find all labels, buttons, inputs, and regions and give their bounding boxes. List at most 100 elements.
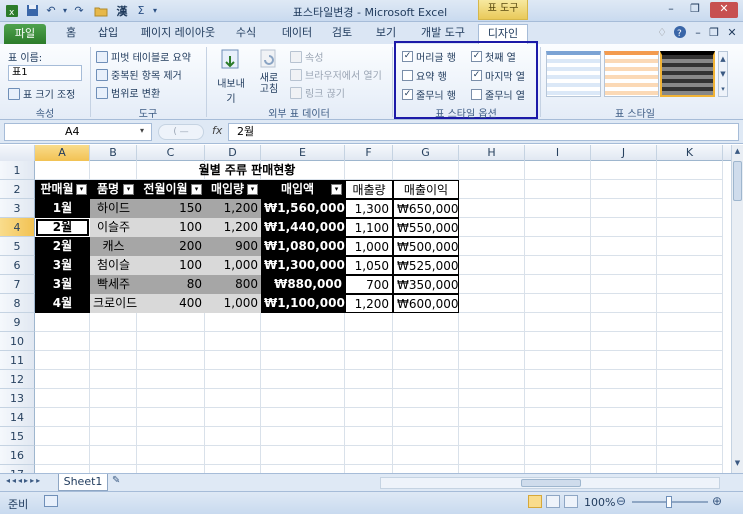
export-button[interactable]: 내보내기 [214, 48, 248, 105]
row-header-17[interactable]: 17 [0, 465, 35, 473]
header-row-check[interactable]: ✓ [402, 51, 413, 62]
open-in-browser-button[interactable]: 브라우저에서 열기 [290, 67, 382, 82]
table-cell[interactable]: ₩1,100,000 [261, 294, 345, 313]
table-style-swatch-orange[interactable] [604, 51, 659, 97]
column-header-h[interactable]: H [459, 145, 525, 161]
table-cell[interactable]: 700 [345, 275, 393, 294]
row-header-9[interactable]: 9 [0, 313, 35, 332]
table-name-input[interactable]: 표1 [8, 65, 82, 81]
table-cell[interactable]: 400 [137, 294, 205, 313]
worksheet-grid[interactable]: ABCDEFGHIJK 1234567891011121314151617월별 … [0, 145, 731, 473]
filter-dropdown-icon[interactable]: ▾ [331, 184, 342, 195]
table-cell[interactable]: 1,000 [205, 256, 261, 275]
convert-to-range-button[interactable]: 범위로 변환 [96, 85, 160, 100]
first-column-check[interactable]: ✓ [471, 51, 482, 62]
vertical-scroll-thumb[interactable] [733, 161, 742, 201]
zoom-slider-thumb[interactable] [666, 496, 672, 508]
ribbon-close-icon[interactable]: ✕ [724, 25, 740, 43]
table-cell[interactable]: ₩525,000 [393, 256, 459, 275]
undo-dropdown-icon[interactable]: ▾ [60, 3, 70, 18]
filter-dropdown-icon[interactable]: ▾ [191, 184, 202, 195]
autosum-icon[interactable]: Σ [134, 3, 148, 18]
row-header-10[interactable]: 10 [0, 332, 35, 351]
minimize-icon[interactable]: – [660, 2, 682, 18]
table-cell[interactable]: 1,100 [345, 218, 393, 237]
tab-home[interactable]: 홈 [56, 25, 86, 43]
undo-icon[interactable]: ↶ [44, 3, 58, 18]
row-header-5[interactable]: 5 [0, 237, 35, 256]
ribbon-collapse-icon[interactable]: ♢ [654, 25, 670, 43]
column-header-f[interactable]: F [345, 145, 393, 161]
horizontal-scrollbar[interactable] [380, 477, 720, 489]
table-cell[interactable]: 1,050 [345, 256, 393, 275]
total-row-check[interactable] [402, 70, 413, 81]
help-icon[interactable]: ? [672, 25, 688, 43]
tab-formulas[interactable]: 수식 [230, 25, 262, 43]
open-folder-icon[interactable] [93, 3, 109, 18]
filter-dropdown-icon[interactable]: ▾ [247, 184, 258, 195]
formula-bar-expand-icon[interactable]: ( — [158, 124, 204, 140]
zoom-out-icon[interactable]: ⊖ [616, 494, 626, 508]
formula-input[interactable]: 2월 [228, 123, 739, 141]
active-cell[interactable]: 2월 [35, 218, 90, 237]
banded-columns-checkbox[interactable]: 줄무늬 열 [471, 87, 525, 102]
table-cell[interactable]: 캐스 [90, 237, 137, 256]
save-icon[interactable] [24, 3, 40, 18]
zoom-in-icon[interactable]: ⊕ [712, 494, 722, 508]
row-header-6[interactable]: 6 [0, 256, 35, 275]
table-cell[interactable]: ₩550,000 [393, 218, 459, 237]
row-header-16[interactable]: 16 [0, 446, 35, 465]
properties-button[interactable]: 속성 [290, 49, 323, 64]
table-cell[interactable]: 3월 [35, 275, 90, 294]
table-cell[interactable]: 3월 [35, 256, 90, 275]
table-cell[interactable]: 1월 [35, 199, 90, 218]
sheet-nav-icons[interactable]: ◂◂◂▸▸▸ [6, 476, 42, 485]
row-header-13[interactable]: 13 [0, 389, 35, 408]
row-header-15[interactable]: 15 [0, 427, 35, 446]
table-cell[interactable]: 빡세주 [90, 275, 137, 294]
table-cell[interactable]: 1,000 [345, 237, 393, 256]
row-header-1[interactable]: 1 [0, 161, 35, 180]
table-cell[interactable]: 200 [137, 237, 205, 256]
table-cell[interactable]: 하이드 [90, 199, 137, 218]
filter-dropdown-icon[interactable]: ▾ [123, 184, 134, 195]
page-layout-view-icon[interactable] [546, 495, 560, 508]
table-cell[interactable]: ₩1,560,000 [261, 199, 345, 218]
tab-review[interactable]: 검토 [326, 25, 358, 43]
table-cell[interactable]: ₩650,000 [393, 199, 459, 218]
table-cell[interactable]: 100 [137, 218, 205, 237]
scroll-up-icon[interactable]: ▲ [733, 147, 742, 157]
table-style-swatch-black-selected[interactable] [660, 51, 715, 97]
row-header-14[interactable]: 14 [0, 408, 35, 427]
ribbon-restore-icon[interactable]: ❐ [706, 25, 722, 43]
hanja-icon[interactable]: 漢 [114, 3, 130, 18]
column-header-d[interactable]: D [205, 145, 261, 161]
gallery-scroll[interactable]: ▲ ▼ ▾ [718, 51, 728, 97]
row-header-7[interactable]: 7 [0, 275, 35, 294]
tab-insert[interactable]: 삽입 [92, 25, 124, 43]
sheet-title[interactable]: 월별 주류 판매현황 [35, 161, 459, 180]
table-cell[interactable]: ₩500,000 [393, 237, 459, 256]
column-header-g[interactable]: G [393, 145, 459, 161]
table-cell[interactable]: 2월 [35, 237, 90, 256]
last-column-check[interactable]: ✓ [471, 70, 482, 81]
table-cell[interactable]: ₩350,000 [393, 275, 459, 294]
name-box-dropdown-icon[interactable]: ▾ [140, 126, 144, 135]
row-header-8[interactable]: 8 [0, 294, 35, 313]
table-cell[interactable]: 4월 [35, 294, 90, 313]
row-header-3[interactable]: 3 [0, 199, 35, 218]
table-header-cell[interactable]: 매출이익 [393, 180, 459, 199]
first-column-checkbox[interactable]: ✓ 첫째 열 [471, 49, 516, 64]
table-cell[interactable]: 1,000 [205, 294, 261, 313]
horizontal-scroll-thumb[interactable] [521, 479, 581, 487]
total-row-checkbox[interactable]: 요약 행 [402, 68, 447, 83]
table-cell[interactable]: 1,200 [205, 199, 261, 218]
table-cell[interactable]: 800 [205, 275, 261, 294]
banded-columns-check[interactable] [471, 89, 482, 100]
row-header-11[interactable]: 11 [0, 351, 35, 370]
column-header-a[interactable]: A [35, 145, 90, 161]
banded-rows-checkbox[interactable]: ✓ 줄무늬 행 [402, 87, 456, 102]
redo-icon[interactable]: ↷ [72, 3, 86, 18]
table-cell[interactable]: 크로이드 [90, 294, 137, 313]
zoom-level[interactable]: 100% [584, 496, 615, 509]
